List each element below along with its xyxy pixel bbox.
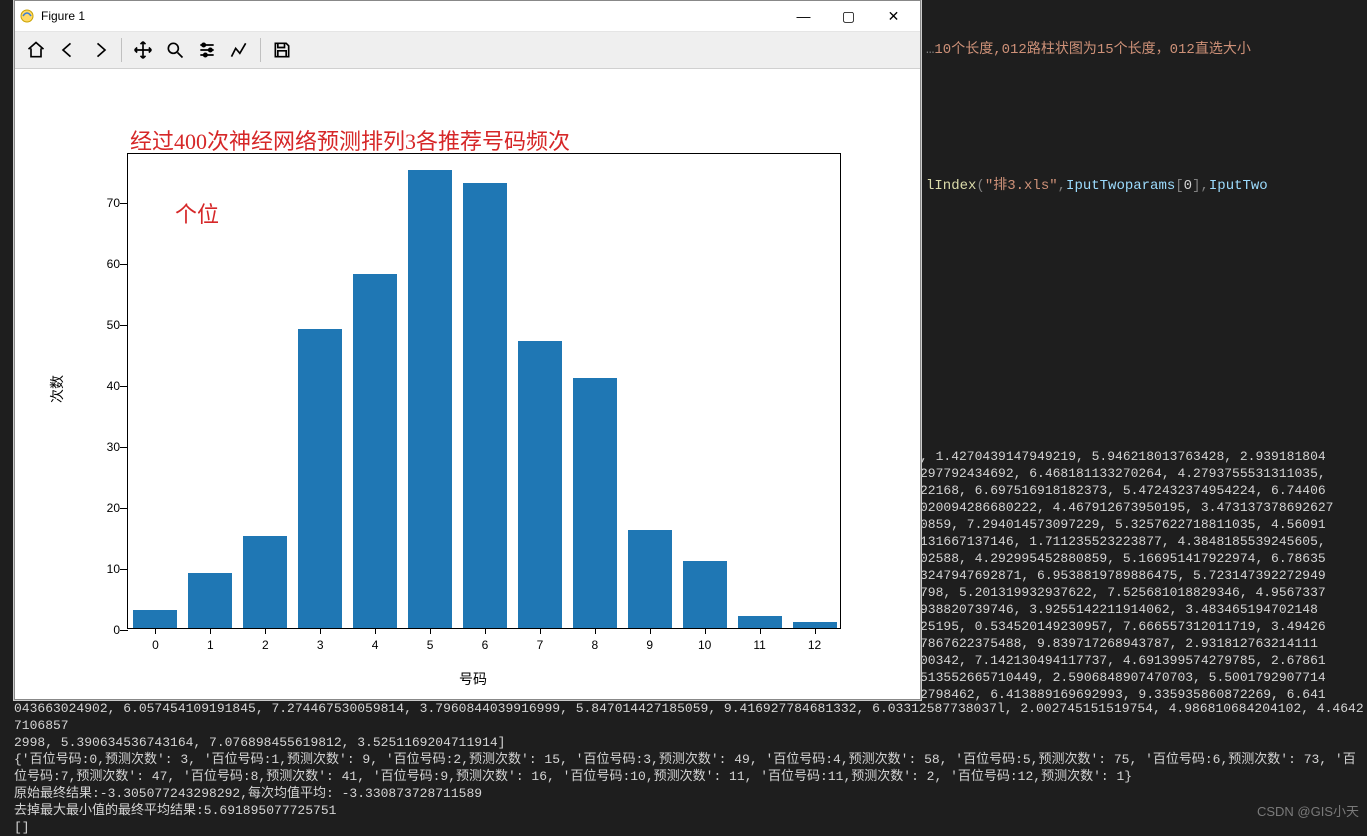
y-tick xyxy=(120,569,128,570)
y-tick-label: 30 xyxy=(92,440,120,454)
x-axis-label: 号码 xyxy=(459,669,487,689)
x-tick xyxy=(430,628,431,634)
bar xyxy=(408,170,452,628)
y-tick xyxy=(120,203,128,204)
editor-snippet: …10个长度,012路柱状图为15个长度，012直选大小 lIndex("排3.… xyxy=(920,0,1367,216)
toolbar-separator xyxy=(121,38,122,62)
console-output-right: , 1.4270439147949219, 5.946218013763428,… xyxy=(920,448,1367,703)
x-tick-label: 2 xyxy=(262,638,269,652)
x-tick-label: 5 xyxy=(427,638,434,652)
bar xyxy=(298,329,342,628)
plot-area: 经过400次神经网络预测排列3各推荐号码频次 个位 次数 号码 01234567… xyxy=(15,69,920,699)
y-tick-label: 60 xyxy=(92,257,120,271)
x-tick xyxy=(320,628,321,634)
bar xyxy=(628,530,672,628)
bar xyxy=(353,274,397,628)
bar xyxy=(518,341,562,628)
close-button[interactable]: ✕ xyxy=(871,1,916,31)
configure-icon[interactable] xyxy=(192,35,222,65)
zoom-icon[interactable] xyxy=(160,35,190,65)
y-tick xyxy=(120,325,128,326)
y-tick xyxy=(120,386,128,387)
watermark: CSDN @GIS小天 xyxy=(1257,801,1359,820)
app-icon xyxy=(19,8,35,24)
x-tick-label: 11 xyxy=(753,638,765,652)
x-tick xyxy=(595,628,596,634)
x-tick xyxy=(815,628,816,634)
y-tick-label: 10 xyxy=(92,562,120,576)
y-tick-label: 70 xyxy=(92,196,120,210)
y-axis-label: 次数 xyxy=(47,375,67,403)
chart-axes: 0123456789101112010203040506070 xyxy=(127,153,841,629)
y-tick-label: 0 xyxy=(92,623,120,637)
bar xyxy=(738,616,782,628)
y-tick-label: 40 xyxy=(92,379,120,393)
home-icon[interactable] xyxy=(21,35,51,65)
bar xyxy=(243,536,287,628)
x-tick-label: 1 xyxy=(207,638,214,652)
x-tick xyxy=(650,628,651,634)
x-tick-label: 10 xyxy=(698,638,711,652)
x-tick xyxy=(485,628,486,634)
window-title: Figure 1 xyxy=(41,9,85,23)
x-tick-label: 9 xyxy=(646,638,653,652)
bar xyxy=(463,183,507,628)
figure-window: Figure 1 — ▢ ✕ 经过400次神经网络预测排列3各推荐号码频次 个位… xyxy=(14,0,921,700)
y-tick xyxy=(120,447,128,448)
chart-title: 经过400次神经网络预测排列3各推荐号码频次 xyxy=(130,124,570,156)
maximize-button[interactable]: ▢ xyxy=(826,1,871,31)
console-output-bottom: 043663024902, 6.057454109191845, 7.27446… xyxy=(14,700,1367,836)
x-tick-label: 8 xyxy=(592,638,599,652)
bar xyxy=(133,610,177,628)
pan-icon[interactable] xyxy=(128,35,158,65)
x-tick xyxy=(705,628,706,634)
x-tick-label: 4 xyxy=(372,638,379,652)
x-tick-label: 0 xyxy=(152,638,159,652)
toolbar-separator xyxy=(260,38,261,62)
minimize-button[interactable]: — xyxy=(781,1,826,31)
y-tick xyxy=(120,264,128,265)
save-icon[interactable] xyxy=(267,35,297,65)
x-tick xyxy=(265,628,266,634)
bar xyxy=(573,378,617,628)
y-tick xyxy=(120,508,128,509)
code-line: …10个长度,012路柱状图为15个长度，012直选大小 xyxy=(926,40,1361,60)
y-tick xyxy=(120,630,128,631)
bar xyxy=(188,573,232,628)
code-line: lIndex("排3.xls",IputTwoparams[0],IputTwo xyxy=(926,176,1361,196)
x-tick xyxy=(375,628,376,634)
x-tick xyxy=(155,628,156,634)
x-tick-label: 6 xyxy=(482,638,489,652)
x-tick-label: 12 xyxy=(808,638,821,652)
back-icon[interactable] xyxy=(53,35,83,65)
y-tick-label: 20 xyxy=(92,501,120,515)
matplotlib-toolbar xyxy=(15,32,920,69)
bar xyxy=(683,561,727,628)
forward-icon[interactable] xyxy=(85,35,115,65)
x-tick xyxy=(540,628,541,634)
x-tick xyxy=(760,628,761,634)
x-tick-label: 3 xyxy=(317,638,324,652)
subplots-icon[interactable] xyxy=(224,35,254,65)
y-tick-label: 50 xyxy=(92,318,120,332)
titlebar[interactable]: Figure 1 — ▢ ✕ xyxy=(15,1,920,32)
x-tick-label: 7 xyxy=(537,638,544,652)
x-tick xyxy=(210,628,211,634)
